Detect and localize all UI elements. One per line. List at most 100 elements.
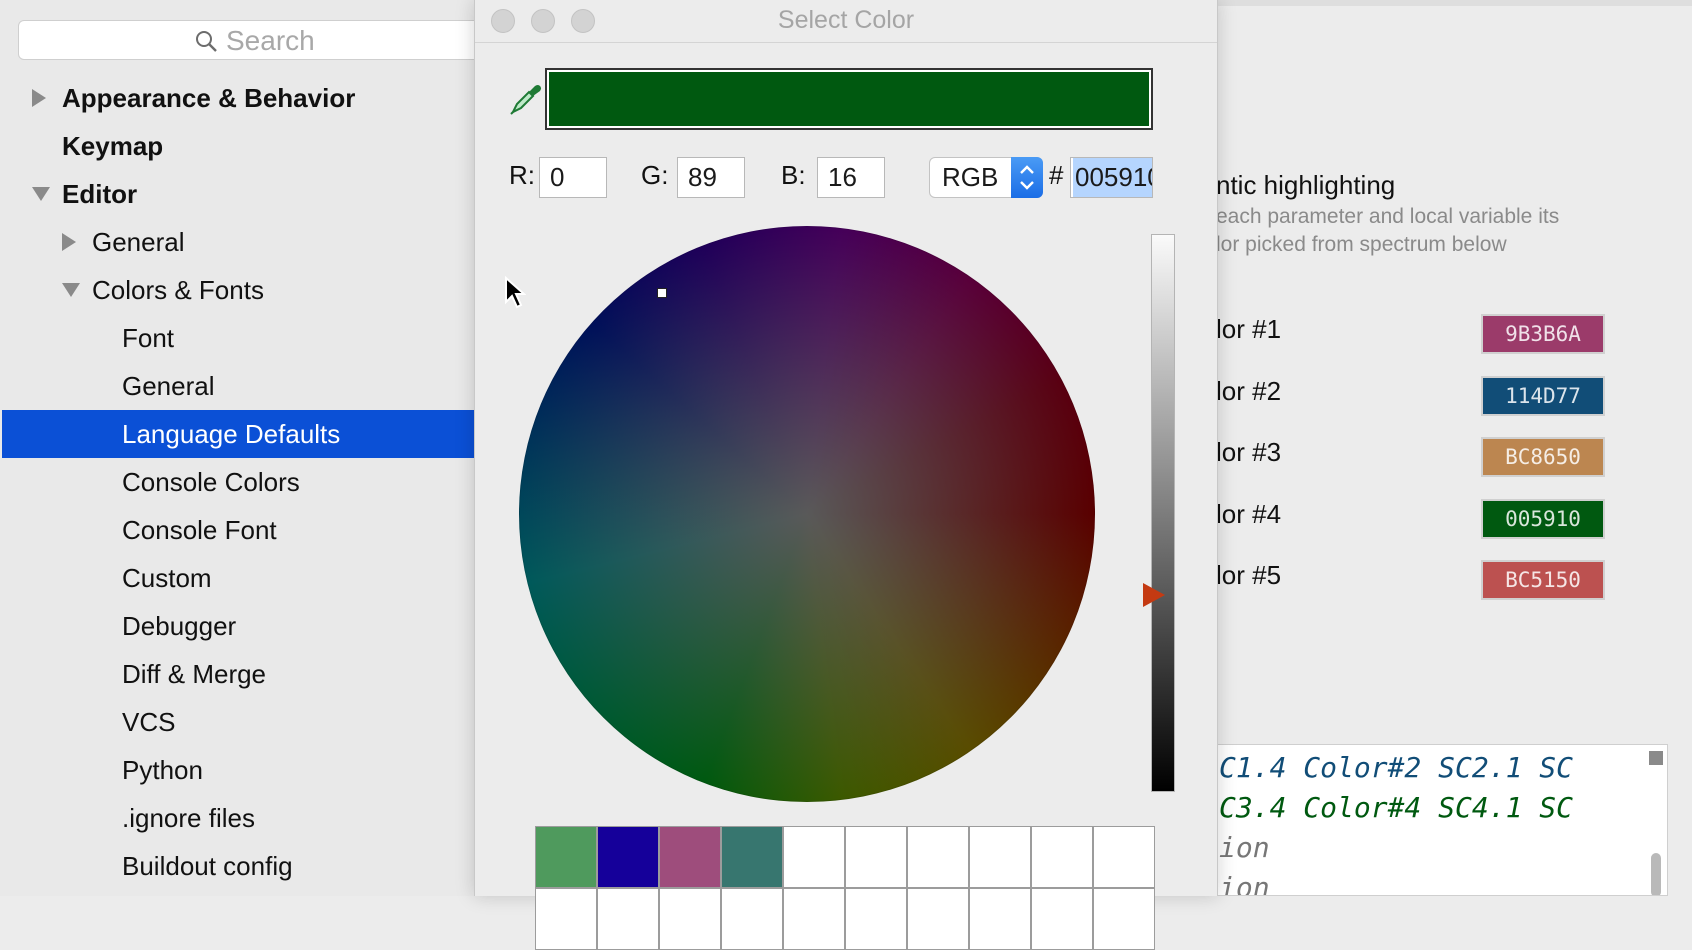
sidebar-item-label: Console Colors — [122, 466, 300, 497]
recent-color-swatch[interactable] — [1031, 888, 1093, 950]
recent-color-swatch[interactable] — [907, 826, 969, 888]
scroll-corner — [1649, 751, 1663, 765]
recent-color-swatch[interactable] — [535, 888, 597, 950]
dialog-titlebar: Select Color — [475, 0, 1217, 43]
b-input[interactable]: 16 — [817, 157, 885, 198]
recent-color-swatch[interactable] — [1093, 888, 1155, 950]
recent-color-swatch[interactable] — [1031, 826, 1093, 888]
expand-right-icon[interactable] — [32, 89, 46, 107]
sidebar-item[interactable]: Console Colors — [2, 458, 474, 506]
semantic-color-swatch[interactable]: 114D77 — [1481, 376, 1605, 416]
sidebar-item-label: Diff & Merge — [122, 658, 267, 689]
code-line: ion — [1219, 831, 1270, 864]
semantic-color-swatch[interactable]: BC5150 — [1481, 560, 1605, 600]
sidebar-item-label: Appearance & Behavior — [62, 82, 356, 113]
brightness-slider[interactable] — [1151, 234, 1175, 792]
settings-sidebar: Search Appearance & Behavior Keymap Editor… — [0, 0, 488, 896]
recent-color-swatch[interactable] — [1093, 826, 1155, 888]
semantic-desc-line2: lor picked from spectrum below — [1216, 233, 1507, 256]
sidebar-item-label: Custom — [122, 562, 212, 593]
sidebar-item[interactable]: General — [2, 362, 474, 410]
code-preview: C1.4 Color#2 SC2.1 SC C3.4 Color#4 SC4.1 … — [1216, 744, 1668, 896]
semantic-color-label: lor #3 — [1216, 437, 1282, 467]
r-input[interactable]: 0 — [539, 157, 607, 198]
recent-color-swatch[interactable] — [845, 826, 907, 888]
hex-value: 005910 — [1073, 158, 1152, 197]
hex-input[interactable]: 005910 — [1070, 157, 1153, 198]
semantic-color-swatch[interactable]: 9B3B6A — [1481, 314, 1605, 354]
sidebar-item[interactable]: Language Defaults — [2, 410, 474, 458]
code-line: ion — [1219, 871, 1270, 896]
select-stepper-icon — [1011, 157, 1043, 198]
sidebar-item-label: Python — [122, 754, 203, 785]
b-label: B: — [781, 160, 806, 190]
sidebar-item-label: Colors & Fonts — [92, 274, 264, 305]
sidebar-item[interactable]: Editor — [2, 170, 474, 218]
brightness-slider-thumb[interactable] — [1143, 583, 1165, 607]
semantic-color-label: lor #5 — [1216, 560, 1282, 590]
sidebar-item-label: General — [122, 370, 215, 401]
sidebar-item[interactable]: .ignore files — [2, 794, 474, 842]
sidebar-item[interactable]: General — [2, 218, 474, 266]
sidebar-item-label: Editor — [62, 178, 138, 209]
recent-color-swatch[interactable] — [783, 888, 845, 950]
semantic-color-swatch[interactable]: BC8650 — [1481, 437, 1605, 477]
semantic-color-label: lor #1 — [1216, 314, 1282, 344]
sidebar-item-label: .ignore files — [122, 802, 255, 833]
hex-hash-label: # — [1049, 160, 1064, 190]
code-line: C1.4 Color#2 SC2.1 SC — [1219, 751, 1574, 784]
color-mode-select[interactable]: RGB — [929, 157, 1043, 198]
sidebar-item[interactable]: Colors & Fonts — [2, 266, 474, 314]
scrollbar-thumb[interactable] — [1651, 853, 1661, 895]
semantic-color-label: lor #4 — [1216, 499, 1282, 529]
eyedropper-icon[interactable] — [509, 82, 543, 116]
sidebar-item[interactable]: Python — [2, 746, 474, 794]
recent-color-swatch[interactable] — [969, 826, 1031, 888]
sidebar-item[interactable]: Debugger — [2, 602, 474, 650]
sidebar-item[interactable]: Appearance & Behavior — [2, 74, 474, 122]
search-placeholder: Search — [226, 25, 315, 56]
sidebar-item[interactable]: Font — [2, 314, 474, 362]
sidebar-item-label: Keymap — [62, 130, 164, 161]
g-input[interactable]: 89 — [677, 157, 745, 198]
sidebar-item[interactable]: Buildout config — [2, 842, 474, 890]
select-color-dialog: Select Color R: 0 G: 89 B: 16 RGB # 0059… — [474, 0, 1218, 950]
recent-color-swatch[interactable] — [721, 826, 783, 888]
recent-color-swatch[interactable] — [783, 826, 845, 888]
sidebar-item-label: VCS — [122, 706, 176, 737]
recent-color-swatch[interactable] — [659, 826, 721, 888]
wheel-picker-marker[interactable] — [657, 288, 667, 298]
recent-color-swatch[interactable] — [659, 888, 721, 950]
search-field[interactable]: Search — [18, 20, 488, 60]
sidebar-item[interactable]: Diff & Merge — [2, 650, 474, 698]
semantic-highlighting-title: ntic highlighting — [1216, 170, 1396, 200]
r-label: R: — [509, 160, 535, 190]
recent-color-swatch[interactable] — [597, 826, 659, 888]
recent-color-swatch[interactable] — [721, 888, 783, 950]
recent-color-swatch[interactable] — [597, 888, 659, 950]
sidebar-item[interactable]: Custom — [2, 554, 474, 602]
recent-color-swatch[interactable] — [535, 826, 597, 888]
g-label: G: — [641, 160, 669, 190]
recent-color-swatch[interactable] — [845, 888, 907, 950]
language-defaults-panel: ntic highlighting each parameter and loc… — [1216, 0, 1692, 896]
mouse-pointer-icon — [505, 276, 526, 309]
recent-color-swatch[interactable] — [969, 888, 1031, 950]
color-wheel[interactable] — [519, 226, 1095, 802]
sidebar-item[interactable]: VCS — [2, 698, 474, 746]
semantic-color-swatch[interactable]: 005910 — [1481, 499, 1605, 539]
code-line: C3.4 Color#4 SC4.1 SC — [1219, 791, 1574, 824]
expand-right-icon[interactable] — [62, 233, 76, 251]
color-preview — [545, 68, 1153, 130]
expand-down-icon[interactable] — [32, 187, 50, 201]
sidebar-item-label: Debugger — [122, 610, 237, 641]
color-mode-value: RGB — [942, 162, 999, 192]
search-icon — [196, 31, 217, 52]
expand-down-icon[interactable] — [62, 283, 80, 297]
sidebar-item-label: General — [92, 226, 185, 257]
sidebar-item[interactable]: Console Font — [2, 506, 474, 554]
sidebar-item-label: Console Font — [122, 514, 277, 545]
sidebar-item[interactable]: Keymap — [2, 122, 474, 170]
semantic-color-label: lor #2 — [1216, 376, 1282, 406]
recent-color-swatch[interactable] — [907, 888, 969, 950]
